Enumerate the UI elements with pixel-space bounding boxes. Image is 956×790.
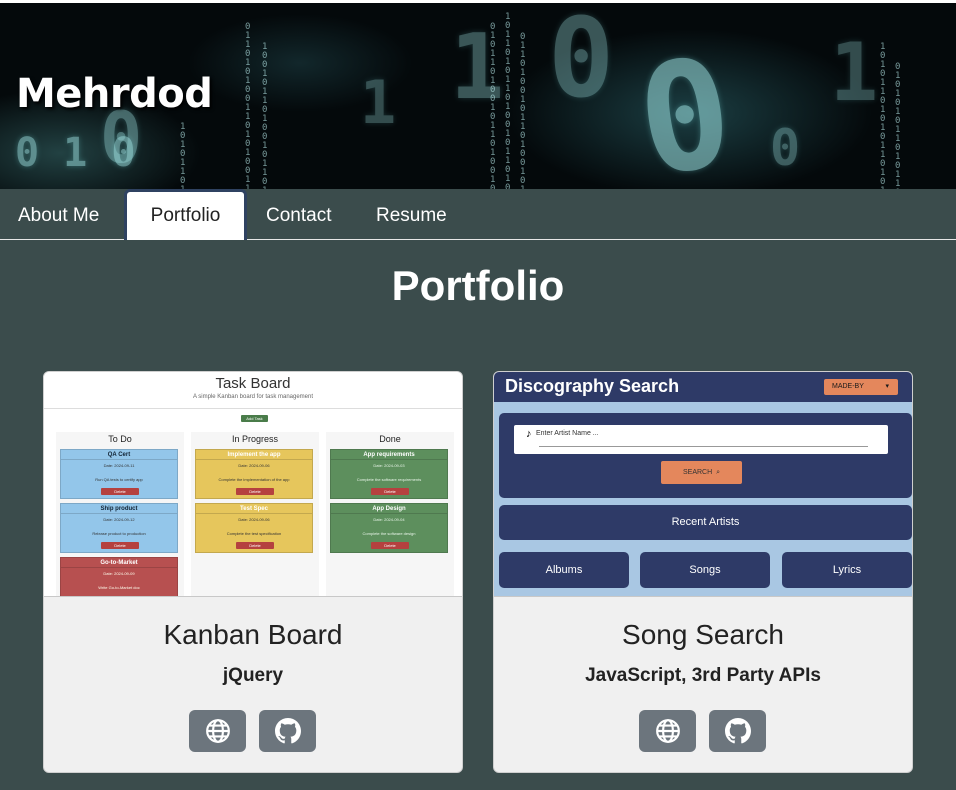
column-title: In Progress (231, 434, 279, 444)
task-card: Go-to-Market Date: 2024-09-09 Write Go-t… (60, 557, 178, 596)
nav-about-me[interactable]: About Me (18, 189, 99, 240)
discography-preview: Discography Search MADE-BY ▾ ♪ Enter Arti… (494, 372, 912, 596)
music-note-icon: ♪ (526, 428, 532, 440)
column-title: Done (379, 434, 401, 444)
preview-header: Discography Search MADE-BY ▾ (494, 372, 912, 402)
preview-subtitle: A simple Kanban board for task managemen… (192, 394, 314, 400)
background-digit: 1 (830, 26, 879, 119)
search-icon: ⌕ (716, 469, 720, 476)
project-screenshot: Discography Search MADE-BY ▾ ♪ Enter Arti… (494, 372, 912, 597)
project-title: Song Search (622, 619, 784, 650)
site-title: Mehrdod (16, 71, 213, 117)
binary-rain: 0101010110101101010110101 (895, 62, 901, 190)
artist-input: ♪ Enter Artist Name ... (514, 425, 888, 454)
globe-icon (655, 719, 680, 743)
preview-title: Discography Search (505, 376, 680, 396)
task-card: QA Cert Date: 2024-09-11 Run QA tests to… (60, 449, 178, 499)
column-title: To Do (108, 434, 132, 444)
project-card-kanban: Task Board A simple Kanban board for tas… (43, 371, 463, 773)
github-button[interactable] (709, 710, 766, 752)
project-tech: jQuery (222, 665, 284, 686)
search-panel: ♪ Enter Artist Name ... SEARCH ⌕ (499, 413, 912, 498)
github-icon (724, 718, 751, 744)
github-button[interactable] (259, 710, 316, 752)
background-digit: 0 (548, 0, 615, 122)
page-heading: Portfolio (391, 262, 565, 309)
background-digit: 0 1 0 (15, 130, 136, 176)
project-title: Kanban Board (163, 619, 343, 650)
globe-icon (205, 719, 230, 743)
recent-artists-bar: Recent Artists (499, 505, 912, 540)
nav-portfolio[interactable]: Portfolio (124, 189, 247, 240)
project-tech: JavaScript, 3rd Party APIs (585, 665, 821, 686)
nav-contact[interactable]: Contact (266, 189, 331, 240)
project-screenshot: Task Board A simple Kanban board for tas… (44, 372, 462, 597)
preview-tab-lyrics: Lyrics (782, 552, 912, 588)
kanban-column: To Do QA Cert Date: 2024-09-11 Run QA te… (56, 432, 184, 596)
preview-title: Task Board (215, 375, 291, 392)
background-digit: 1 (360, 68, 397, 138)
github-icon (274, 718, 301, 744)
preview-tab-songs: Songs (640, 552, 770, 588)
made-by-dropdown: MADE-BY ▾ (824, 379, 898, 395)
task-card: Implement the app Date: 2024-09-06 Compl… (195, 449, 313, 499)
main-nav: About Me Portfolio Contact Resume (0, 189, 956, 240)
hero-banner: 0 0 0 1 1 1 0 1 0 0 0101101001011010010 1… (0, 0, 956, 189)
live-site-button[interactable] (639, 710, 696, 752)
preview-tab-albums: Albums (499, 552, 629, 588)
background-digit: 0 (770, 119, 801, 177)
kanban-column: Done App requirements Date: 2024-09-03 C… (326, 432, 454, 596)
binary-rain: 10101101010 (180, 122, 186, 190)
task-card: Ship product Date: 2024-09-12 Release pr… (60, 503, 178, 553)
nav-resume[interactable]: Resume (376, 189, 447, 240)
binary-rain: 1001011010010110100101101 (262, 42, 268, 190)
binary-rain: 1011010110100101101011010 (505, 12, 511, 190)
kanban-column: In Progress Implement the app Date: 2024… (191, 432, 319, 596)
live-site-button[interactable] (189, 710, 246, 752)
task-card: Test Spec Date: 2024-09-06 Complete the … (195, 503, 313, 553)
project-card-song-search: Discography Search MADE-BY ▾ ♪ Enter Arti… (493, 371, 913, 773)
task-card: App Design Date: 2024-09-04 Complete the… (330, 503, 448, 553)
binary-rain: 0101101001011010010110101 (490, 22, 496, 190)
binary-rain: 1010110101011010101101010 (880, 42, 886, 190)
preview-search-button: SEARCH ⌕ (661, 461, 742, 484)
kanban-preview: Task Board A simple Kanban board for tas… (44, 372, 462, 596)
binary-rain: 0110101001101010011010100 (245, 22, 251, 190)
preview-add-button: Add Task (241, 415, 268, 422)
task-card: App requirements Date: 2024-09-03 Comple… (330, 449, 448, 499)
binary-rain: 0110100101101001011010010 (520, 32, 526, 190)
